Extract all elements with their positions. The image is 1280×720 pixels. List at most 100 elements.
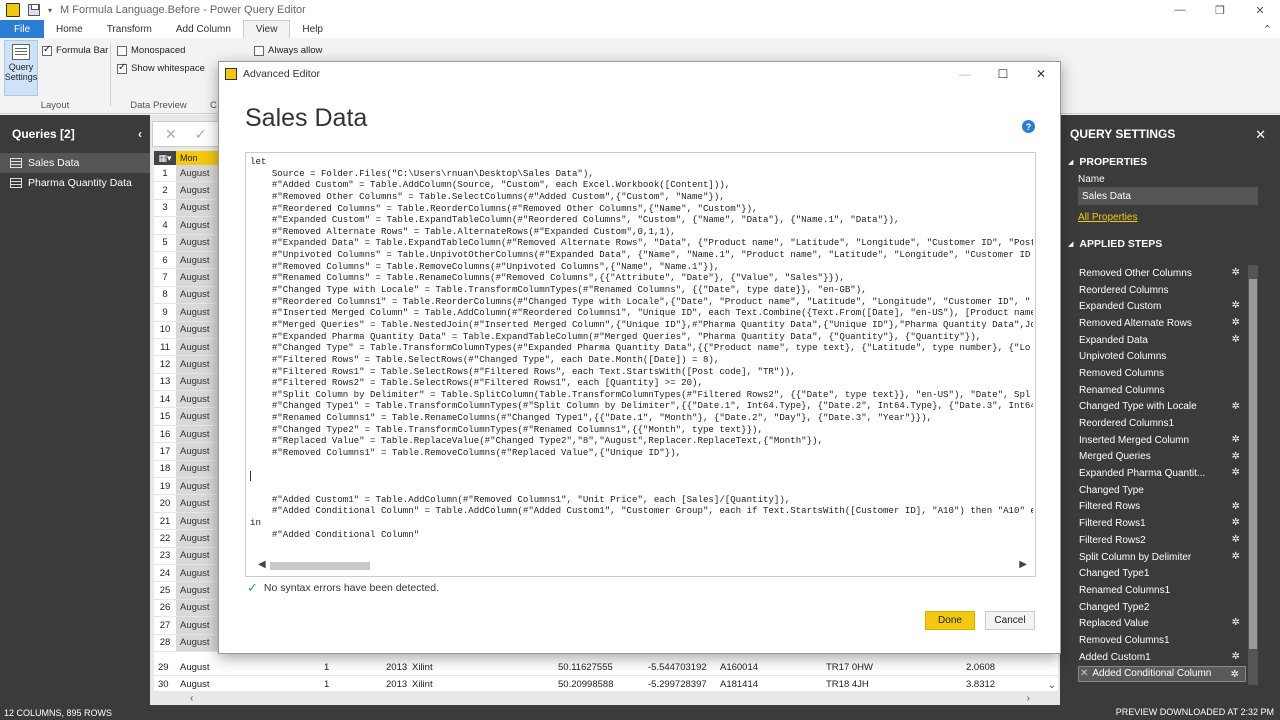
applied-step[interactable]: Expanded Data ✲ — [1078, 332, 1246, 349]
queries-pane: Queries [2] ‹ Sales Data Pharma Quantity… — [0, 115, 150, 705]
applied-step[interactable]: Removed Other Columns ✲ — [1078, 265, 1246, 282]
applied-step[interactable]: Removed Columns — [1078, 365, 1246, 382]
show-whitespace-checkbox[interactable]: Show whitespace — [117, 62, 205, 74]
settings-header: QUERY SETTINGS ✕ — [1060, 115, 1280, 153]
text-caret — [250, 470, 251, 481]
step-settings-gear-icon[interactable]: ✲ — [1232, 267, 1240, 278]
steps-scrollbar[interactable] — [1248, 265, 1258, 685]
step-settings-gear-icon[interactable]: ✲ — [1231, 669, 1239, 680]
grid-horizontal-scrollbar[interactable]: ‹ › — [190, 693, 1030, 704]
step-settings-gear-icon[interactable]: ✲ — [1232, 434, 1240, 445]
applied-step[interactable]: Renamed Columns — [1078, 382, 1246, 399]
scroll-left-arrow-icon[interactable]: ◀ — [258, 559, 266, 570]
applied-step[interactable]: Filtered Rows2 ✲ — [1078, 532, 1246, 549]
step-settings-gear-icon[interactable]: ✲ — [1232, 467, 1240, 478]
scroll-left-arrow-icon[interactable]: ‹ — [190, 693, 193, 704]
applied-step[interactable]: Added Custom1 ✲ — [1078, 649, 1246, 666]
applied-step[interactable]: Reordered Columns1 — [1078, 415, 1246, 432]
query-item-sales-data[interactable]: Sales Data — [0, 153, 150, 173]
applied-step[interactable]: Removed Columns1 — [1078, 632, 1246, 649]
applied-step[interactable]: Expanded Pharma Quantit... ✲ — [1078, 465, 1246, 482]
step-settings-gear-icon[interactable]: ✲ — [1232, 501, 1240, 512]
status-bar: 12 COLUMNS, 895 ROWS PREVIEW DOWNLOADED … — [0, 705, 1280, 720]
applied-step[interactable]: Merged Queries ✲ — [1078, 449, 1246, 466]
code-text[interactable]: let Source = Folder.Files("C:\Users\rnua… — [250, 156, 1033, 551]
formula-bar-checkbox[interactable]: Formula Bar — [42, 44, 108, 56]
cell-quantity: 1 — [324, 678, 330, 690]
step-settings-gear-icon[interactable]: ✲ — [1232, 334, 1240, 345]
tab-view[interactable]: View — [242, 20, 291, 38]
cell-quantity: 1 — [324, 661, 330, 673]
tab-add-column[interactable]: Add Column — [164, 20, 243, 38]
tab-home[interactable]: Home — [44, 20, 95, 38]
properties-section[interactable]: ◢ PROPERTIES — [1060, 153, 1280, 171]
qat-dropdown-icon[interactable]: ▾ — [48, 6, 52, 15]
status-preview-time: PREVIEW DOWNLOADED AT 2:32 PM — [1115, 707, 1274, 717]
step-settings-gear-icon[interactable]: ✲ — [1232, 534, 1240, 545]
scroll-down-arrow-icon[interactable]: ⌄ — [1048, 680, 1056, 691]
tab-file[interactable]: File — [0, 20, 44, 38]
always-allow-checkbox[interactable]: Always allow — [254, 45, 322, 56]
monospaced-checkbox[interactable]: Monospaced — [117, 45, 185, 56]
applied-step[interactable]: Reordered Columns — [1078, 282, 1246, 299]
scroll-right-arrow-icon[interactable]: › — [1027, 693, 1030, 704]
cancel-button[interactable]: Cancel — [985, 611, 1035, 630]
query-item-pharma-quantity-data[interactable]: Pharma Quantity Data — [0, 173, 150, 193]
ribbon-collapse-icon[interactable]: ⌃ — [1263, 20, 1272, 38]
code-line: #"Reordered Columns1" = Table.ReorderCol… — [250, 295, 1031, 307]
restore-button[interactable]: ❐ — [1200, 0, 1240, 20]
data-preview-group: Monospaced Show whitespace Data Preview — [111, 38, 206, 114]
save-icon[interactable] — [28, 4, 40, 16]
cancel-formula-icon[interactable]: ✕ — [165, 126, 177, 143]
dialog-maximize-button[interactable]: ☐ — [984, 62, 1022, 86]
applied-step[interactable]: Changed Type with Locale ✲ — [1078, 399, 1246, 416]
table-menu-icon[interactable]: ▦▾ — [154, 151, 176, 165]
step-settings-gear-icon[interactable]: ✲ — [1232, 651, 1240, 662]
applied-steps-section[interactable]: ◢ APPLIED STEPS — [1060, 235, 1280, 253]
applied-step[interactable]: Inserted Merged Column ✲ — [1078, 432, 1246, 449]
step-settings-gear-icon[interactable]: ✲ — [1232, 401, 1240, 412]
applied-step[interactable]: Filtered Rows ✲ — [1078, 499, 1246, 516]
applied-step[interactable]: Removed Alternate Rows ✲ — [1078, 315, 1246, 332]
applied-step[interactable]: Replaced Value ✲ — [1078, 615, 1246, 632]
editor-horizontal-scrollbar[interactable]: ◀ ▶ — [256, 559, 1031, 572]
dialog-close-button[interactable]: ✕ — [1022, 62, 1060, 86]
code-line: in — [250, 516, 261, 528]
delete-step-icon[interactable]: ✕ — [1080, 668, 1088, 679]
scrollbar-thumb[interactable] — [1249, 279, 1257, 649]
step-settings-gear-icon[interactable]: ✲ — [1232, 317, 1240, 328]
scroll-right-arrow-icon[interactable]: ▶ — [1019, 559, 1027, 570]
code-editor[interactable]: let Source = Folder.Files("C:\Users\rnua… — [245, 152, 1036, 577]
step-settings-gear-icon[interactable]: ✲ — [1232, 451, 1240, 462]
applied-step[interactable]: Split Column by Delimiter ✲ — [1078, 549, 1246, 566]
code-line: Source = Folder.Files("C:\Users\rnuan\De… — [250, 167, 594, 179]
close-window-button[interactable]: ✕ — [1240, 0, 1280, 20]
query-settings-button[interactable]: Query Settings — [4, 40, 38, 96]
step-settings-gear-icon[interactable]: ✲ — [1232, 617, 1240, 628]
step-settings-gear-icon[interactable]: ✲ — [1232, 517, 1240, 528]
applied-step[interactable]: Filtered Rows1 ✲ — [1078, 515, 1246, 532]
applied-step[interactable]: Changed Type2 — [1078, 599, 1246, 616]
help-icon[interactable]: ? — [1022, 120, 1035, 133]
scrollbar-thumb[interactable] — [270, 562, 370, 570]
applied-step[interactable]: Changed Type — [1078, 482, 1246, 499]
row-number: 11 — [160, 341, 170, 353]
applied-step[interactable]: ✕ Added Conditional Column ✲ — [1078, 665, 1246, 683]
tab-transform[interactable]: Transform — [95, 20, 164, 38]
applied-step[interactable]: Renamed Columns1 — [1078, 582, 1246, 599]
step-settings-gear-icon[interactable]: ✲ — [1232, 551, 1240, 562]
applied-step[interactable]: Unpivoted Columns — [1078, 348, 1246, 365]
applied-step[interactable]: Expanded Custom ✲ — [1078, 298, 1246, 315]
query-name-input[interactable] — [1078, 187, 1258, 205]
close-settings-icon[interactable]: ✕ — [1255, 127, 1266, 143]
all-properties-link[interactable]: All Properties — [1060, 207, 1280, 227]
commit-formula-icon[interactable]: ✓ — [195, 126, 207, 143]
done-button[interactable]: Done — [925, 611, 975, 630]
tab-help[interactable]: Help — [290, 20, 335, 38]
collapse-chevron-icon[interactable]: ‹ — [138, 127, 142, 141]
dialog-minimize-button[interactable]: — — [946, 62, 984, 86]
minimize-button[interactable]: — — [1160, 0, 1200, 20]
dialog-title: Advanced Editor — [243, 68, 321, 80]
applied-step[interactable]: Changed Type1 — [1078, 565, 1246, 582]
step-settings-gear-icon[interactable]: ✲ — [1232, 300, 1240, 311]
